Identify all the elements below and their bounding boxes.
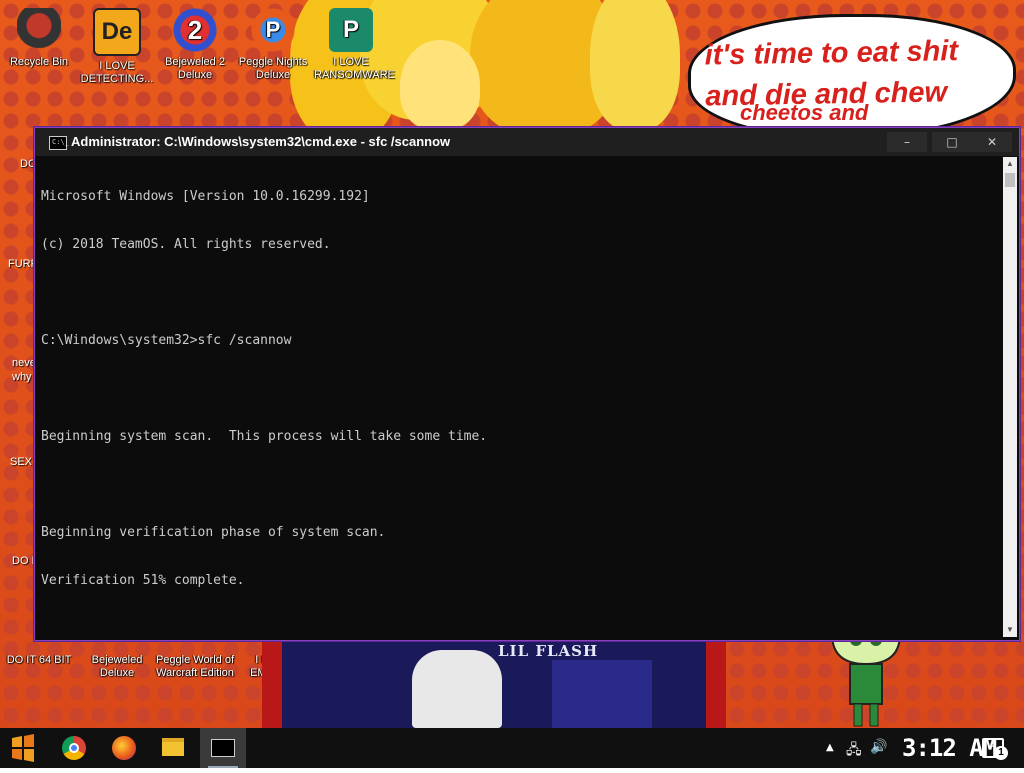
- desktop-icon-peggle-wow[interactable]: Peggle World of Warcraft Edition: [154, 654, 236, 680]
- desktop-icon-label: Bejeweled Deluxe: [91, 654, 143, 679]
- desktop-icon-label: I LOVE RANSOMWARE: [314, 56, 395, 81]
- desktop-icon-bejeweled-2[interactable]: 2 Bejeweled 2 Deluxe: [158, 8, 232, 82]
- desktop-icon-partial[interactable]: neve: [12, 357, 36, 369]
- desktop-icon-label: DO IT 64 BIT: [6, 654, 72, 666]
- taskbar-cmd[interactable]: [200, 728, 246, 768]
- desktop-icon-do-it-64-bit[interactable]: DO IT 64 BIT: [2, 654, 76, 667]
- cmd-titlebar[interactable]: C:\_ Administrator: C:\Windows\system32\…: [35, 128, 1019, 156]
- desktop-icon-label: Bejeweled 2 Deluxe: [165, 56, 225, 81]
- show-hidden-icons-chevron-icon[interactable]: ▲: [826, 742, 834, 753]
- cmd-window[interactable]: C:\_ Administrator: C:\Windows\system32\…: [34, 127, 1020, 641]
- taskbar-chrome[interactable]: [50, 728, 96, 768]
- console-line: C:\Windows\system32>sfc /scannow: [41, 333, 292, 348]
- maximize-button[interactable]: □: [932, 132, 972, 152]
- desktop-icon-partial[interactable]: SEX: [10, 456, 32, 468]
- desktop-icon-detecting[interactable]: De I LOVE DETECTING...: [80, 8, 154, 86]
- notification-count-badge: 1: [994, 746, 1008, 760]
- recycle-bin-icon: [17, 8, 61, 52]
- desktop-icon-label: Peggle Nights Deluxe: [238, 56, 308, 81]
- speech-line-3: cheetos and: [740, 100, 869, 125]
- cmd-title: Administrator: C:\Windows\system32\cmd.e…: [71, 134, 451, 149]
- volume-icon[interactable]: 🔊: [870, 739, 887, 755]
- scroll-thumb[interactable]: [1005, 173, 1015, 187]
- publisher-icon: P: [329, 8, 373, 52]
- peggle-nights-icon: P: [251, 8, 295, 52]
- taskbar: ▲ 🖧 🔊 3:12 AM ≡ 1: [0, 728, 1024, 768]
- cmd-icon: C:\_: [49, 136, 69, 150]
- start-icon: [12, 734, 34, 762]
- desktop-icon-ransomware[interactable]: P I LOVE RANSOMWARE: [314, 8, 395, 82]
- taskbar-firefox[interactable]: [100, 728, 146, 768]
- network-icon[interactable]: 🖧: [846, 739, 862, 763]
- vertical-scrollbar[interactable]: ▲ ▼: [1003, 157, 1017, 637]
- desktop-icon-label: Peggle World of Warcraft Edition: [155, 654, 235, 679]
- bejeweled-2-icon: 2: [173, 8, 217, 52]
- flame-shape: [400, 40, 480, 130]
- scroll-down-arrow-icon[interactable]: ▼: [1003, 623, 1017, 637]
- scroll-up-arrow-icon[interactable]: ▲: [1003, 157, 1017, 171]
- album-building: [552, 660, 652, 728]
- album-art: [262, 640, 726, 728]
- desktop-icon-partial[interactable]: DO I: [12, 555, 35, 567]
- console-line: Microsoft Windows [Version 10.0.16299.19…: [41, 189, 370, 204]
- cmd-taskbar-icon: [211, 739, 235, 757]
- firefox-icon: [112, 736, 136, 760]
- console-line: Verification 51% complete.: [41, 573, 245, 588]
- console-output[interactable]: Microsoft Windows [Version 10.0.16299.19…: [41, 157, 997, 639]
- de-app-icon: De: [93, 8, 141, 56]
- desktop-icon-partial[interactable]: FURF: [8, 258, 37, 270]
- album-figure: [412, 650, 502, 728]
- desktop-icon-partial[interactable]: why: [12, 371, 32, 383]
- flame-shape: [590, 0, 680, 130]
- console-line: (c) 2018 TeamOS. All rights reserved.: [41, 237, 331, 252]
- close-button[interactable]: ✕: [972, 132, 1012, 152]
- start-button[interactable]: [0, 728, 46, 768]
- console-line: Beginning system scan. This process will…: [41, 429, 488, 444]
- desktop-icon-label: I LOVE DETECTING...: [80, 60, 154, 85]
- folder-icon: [162, 738, 184, 756]
- taskbar-file-explorer[interactable]: [150, 728, 196, 768]
- desktop-icon-recycle-bin[interactable]: Recycle Bin: [2, 8, 76, 69]
- album-label: LIL FLASH: [498, 642, 599, 660]
- desktop-icon-peggle-nights[interactable]: P Peggle Nights Deluxe: [236, 8, 310, 82]
- chrome-icon: [62, 736, 86, 760]
- minimize-button[interactable]: –: [887, 132, 927, 152]
- speech-line-1: it's time to eat shit: [704, 35, 959, 72]
- desktop-icon-label: Recycle Bin: [9, 56, 69, 68]
- desktop-icon-bejeweled-deluxe[interactable]: Bejeweled Deluxe: [80, 654, 154, 680]
- console-line: Beginning verification phase of system s…: [41, 525, 386, 540]
